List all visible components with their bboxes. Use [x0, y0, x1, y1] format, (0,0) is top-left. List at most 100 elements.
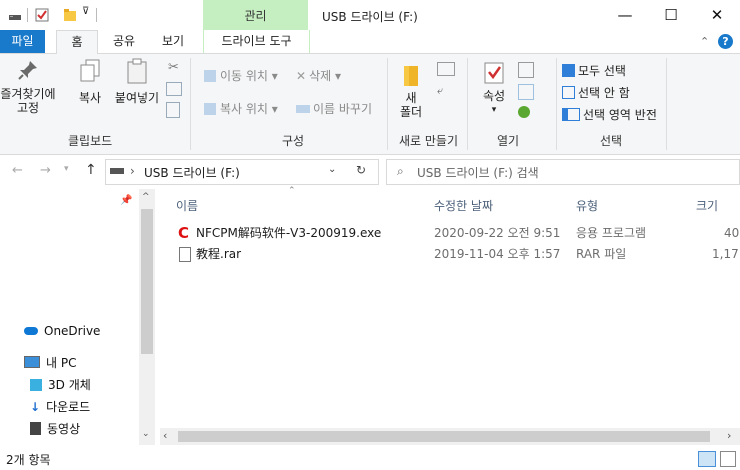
- new-folder-label: 새 폴더: [399, 91, 423, 119]
- recent-locations-icon[interactable]: ▾: [64, 164, 69, 174]
- help-icon[interactable]: ?: [718, 34, 733, 49]
- properties-button[interactable]: 속성 ▾: [478, 60, 510, 117]
- group-divider: [387, 58, 388, 150]
- move-to-label: 이동 위치: [220, 69, 268, 83]
- minimize-button[interactable]: —: [602, 0, 648, 30]
- properties-icon: [484, 62, 504, 84]
- select-all-button[interactable]: 모두 선택: [562, 62, 626, 79]
- new-folder-icon[interactable]: [63, 8, 77, 22]
- file-name[interactable]: NFCPM解码软件-V3-200919.exe: [196, 223, 381, 243]
- scroll-right-icon[interactable]: ›: [727, 429, 731, 442]
- maximize-button[interactable]: ☐: [648, 0, 694, 30]
- delete-button[interactable]: ✕ 삭제 ▾: [296, 67, 341, 84]
- easy-access-icon[interactable]: ⤶: [437, 84, 443, 98]
- scroll-down-icon[interactable]: ⌄: [142, 429, 150, 439]
- column-header-type[interactable]: 유형: [576, 197, 598, 214]
- table-row[interactable]: 教程.rar 2019-11-04 오후 1:57 RAR 파일 1,17: [160, 244, 740, 264]
- file-date: 2019-11-04 오후 1:57: [434, 247, 561, 261]
- column-header-size[interactable]: 크기: [696, 197, 718, 214]
- ribbon-tabs: 파일 홈 공유 보기 드라이브 도구 ⌃ ?: [0, 30, 740, 55]
- file-type: 응용 프로그램: [576, 226, 647, 240]
- details-view-icon[interactable]: [698, 451, 716, 467]
- column-header-date[interactable]: 수정한 날짜: [434, 197, 493, 214]
- group-divider: [666, 58, 667, 150]
- tab-share[interactable]: 공유: [106, 30, 142, 53]
- invert-selection-label: 선택 영역 반전: [583, 108, 657, 122]
- edit-icon[interactable]: [518, 84, 534, 100]
- select-all-icon: [562, 64, 575, 77]
- history-icon[interactable]: [518, 106, 530, 118]
- properties-icon[interactable]: [35, 8, 49, 22]
- new-item-icon[interactable]: [437, 62, 455, 76]
- nav-item-onedrive[interactable]: OneDrive: [24, 320, 100, 342]
- column-header-name[interactable]: 이름: [176, 197, 198, 214]
- search-input[interactable]: USB 드라이브 (F:) 검색: [417, 164, 539, 181]
- open-icon[interactable]: [518, 62, 534, 78]
- address-dropdown-icon[interactable]: ⌄: [328, 164, 336, 175]
- group-divider: [467, 58, 468, 150]
- tab-drive-tools[interactable]: 드라이브 도구: [203, 30, 310, 53]
- tab-home[interactable]: 홈: [56, 30, 98, 55]
- rename-button[interactable]: 이름 바꾸기: [296, 100, 372, 117]
- drive-icon[interactable]: [8, 8, 22, 22]
- table-row[interactable]: C NFCPM解码软件-V3-200919.exe 2020-09-22 오전 …: [160, 223, 740, 243]
- scroll-left-icon[interactable]: ‹: [163, 429, 167, 442]
- back-icon[interactable]: ←: [12, 163, 23, 178]
- forward-icon[interactable]: →: [40, 163, 51, 178]
- scrollbar-thumb[interactable]: [141, 209, 153, 354]
- exe-icon: C: [178, 224, 190, 242]
- file-icon: [179, 247, 191, 262]
- manage-context-tab[interactable]: 관리: [203, 0, 308, 30]
- address-bar[interactable]: › USB 드라이브 (F:) ⌄ ↻: [105, 159, 379, 185]
- group-divider: [190, 58, 191, 150]
- pin-quick-access-button[interactable]: 즐겨찾기에 고정: [0, 58, 56, 115]
- nav-item-this-pc[interactable]: 내 PC: [24, 352, 76, 374]
- up-icon[interactable]: ↑: [85, 162, 97, 178]
- window-title: USB 드라이브 (F:): [322, 10, 418, 24]
- nav-item-downloads[interactable]: ↓ 다운로드: [30, 396, 90, 418]
- rename-icon: [296, 105, 310, 113]
- nav-item-videos[interactable]: 동영상: [30, 418, 80, 440]
- collapse-ribbon-icon[interactable]: ⌃: [700, 35, 709, 48]
- scrollbar-thumb[interactable]: [178, 431, 710, 442]
- paste-button[interactable]: 붙여넣기: [112, 58, 162, 105]
- file-size: 40: [724, 226, 740, 240]
- refresh-icon[interactable]: ↻: [356, 163, 366, 177]
- file-name[interactable]: 教程.rar: [196, 244, 241, 264]
- cut-icon[interactable]: ✂: [168, 60, 179, 75]
- open-group-label: 열기: [497, 134, 520, 148]
- divider: [96, 8, 97, 22]
- invert-selection-icon: [562, 108, 580, 121]
- search-box[interactable]: ⌕ USB 드라이브 (F:) 검색: [386, 159, 740, 185]
- scroll-up-icon[interactable]: ^: [142, 192, 150, 202]
- horizontal-scrollbar[interactable]: ‹ ›: [160, 428, 740, 445]
- pin-icon: [18, 61, 37, 80]
- file-date: 2020-09-22 오전 9:51: [434, 226, 561, 240]
- folder-icon: [404, 66, 418, 86]
- select-none-button[interactable]: 선택 안 함: [562, 84, 630, 101]
- tab-view[interactable]: 보기: [155, 30, 191, 53]
- move-to-button[interactable]: 이동 위치 ▾: [204, 67, 278, 84]
- close-button[interactable]: ✕: [694, 0, 740, 30]
- copy-to-icon: [204, 103, 216, 115]
- tab-file[interactable]: 파일: [0, 30, 45, 53]
- address-path[interactable]: USB 드라이브 (F:): [144, 164, 240, 181]
- nav-item-label: 3D 개체: [48, 378, 91, 392]
- new-folder-button[interactable]: 새 폴더: [396, 64, 426, 119]
- nav-scrollbar[interactable]: ^ ⌄: [139, 189, 155, 445]
- divider: [27, 8, 28, 22]
- large-icons-view-icon[interactable]: [720, 451, 736, 467]
- ribbon: 즐겨찾기에 고정 복사 붙여넣기 ✂ 클립보드 이동 위치 ▾ 복사 위치 ▾ …: [0, 54, 740, 155]
- download-icon: ↓: [30, 400, 41, 414]
- copy-to-button[interactable]: 복사 위치 ▾: [204, 100, 278, 117]
- monitor-icon: [24, 356, 40, 368]
- delete-label: 삭제: [309, 69, 332, 83]
- copy-button[interactable]: 복사: [70, 58, 110, 105]
- nav-item-label: 내 PC: [46, 356, 77, 370]
- copy-path-icon[interactable]: [166, 82, 182, 96]
- customize-quick-access-icon[interactable]: ⊽: [82, 6, 89, 17]
- navigation-bar: ← → ▾ ↑ › USB 드라이브 (F:) ⌄ ↻ ⌕ USB 드라이브 (…: [0, 155, 740, 189]
- nav-item-3d-objects[interactable]: 3D 개체: [30, 374, 91, 396]
- invert-selection-button[interactable]: 선택 영역 반전: [562, 106, 657, 123]
- paste-shortcut-icon[interactable]: [166, 102, 180, 118]
